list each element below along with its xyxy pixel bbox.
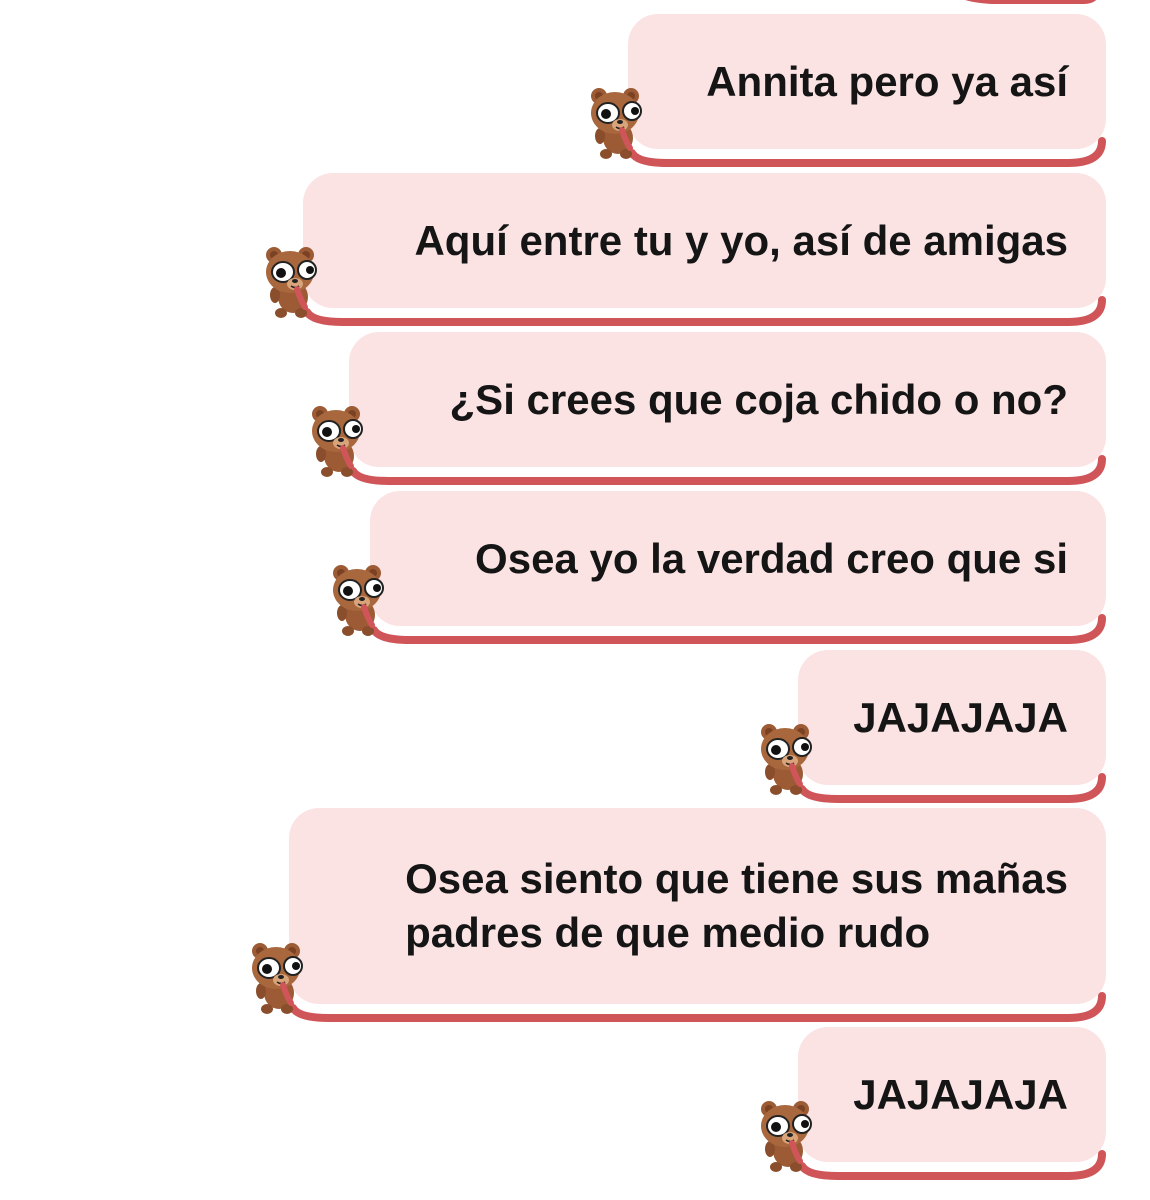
message-text: ¿Si crees que coja chido o no? [449,375,1068,423]
message-text: Osea yo la verdad creo que si [475,534,1068,582]
message-row: Osea yo la verdad creo que si [333,491,1106,644]
bear-sticker-icon [756,720,820,796]
chat-thread: Annita pero ya así Aquí entre tu y yo, a… [0,0,1150,1200]
message-text: Aquí entre tu y yo, así de amigas [414,216,1068,264]
bear-sticker-icon [328,561,392,637]
message-text: JAJAJAJA [853,1070,1068,1118]
message-row: JAJAJAJA [761,1027,1106,1180]
message-bubble[interactable]: Osea yo la verdad creo que si [370,491,1106,626]
message-row: JAJAJAJA [761,650,1106,803]
bear-sticker-icon [307,402,371,478]
message-bubble[interactable]: Osea siento que tiene sus mañas padres d… [289,808,1106,1004]
bear-sticker-icon [756,1097,820,1173]
previous-message-fragment [965,0,1096,4]
message-bubble[interactable]: Aquí entre tu y yo, así de amigas [303,173,1106,308]
bear-sticker-icon [261,243,325,319]
bear-sticker-icon [247,939,311,1015]
message-row: Annita pero ya así [591,14,1106,167]
message-text: JAJAJAJA [853,693,1068,741]
message-bubble[interactable]: ¿Si crees que coja chido o no? [349,332,1106,467]
message-text: Osea siento que tiene sus mañas padres d… [405,855,1068,956]
message-row: Aquí entre tu y yo, así de amigas [266,173,1106,326]
message-row: ¿Si crees que coja chido o no? [312,332,1106,485]
bear-sticker-icon [586,84,650,160]
message-bubble[interactable]: JAJAJAJA [798,650,1106,785]
message-bubble[interactable]: Annita pero ya así [628,14,1106,149]
message-row: Osea siento que tiene sus mañas padres d… [252,808,1106,1022]
message-text: Annita pero ya así [706,57,1068,105]
message-bubble[interactable]: JAJAJAJA [798,1027,1106,1162]
